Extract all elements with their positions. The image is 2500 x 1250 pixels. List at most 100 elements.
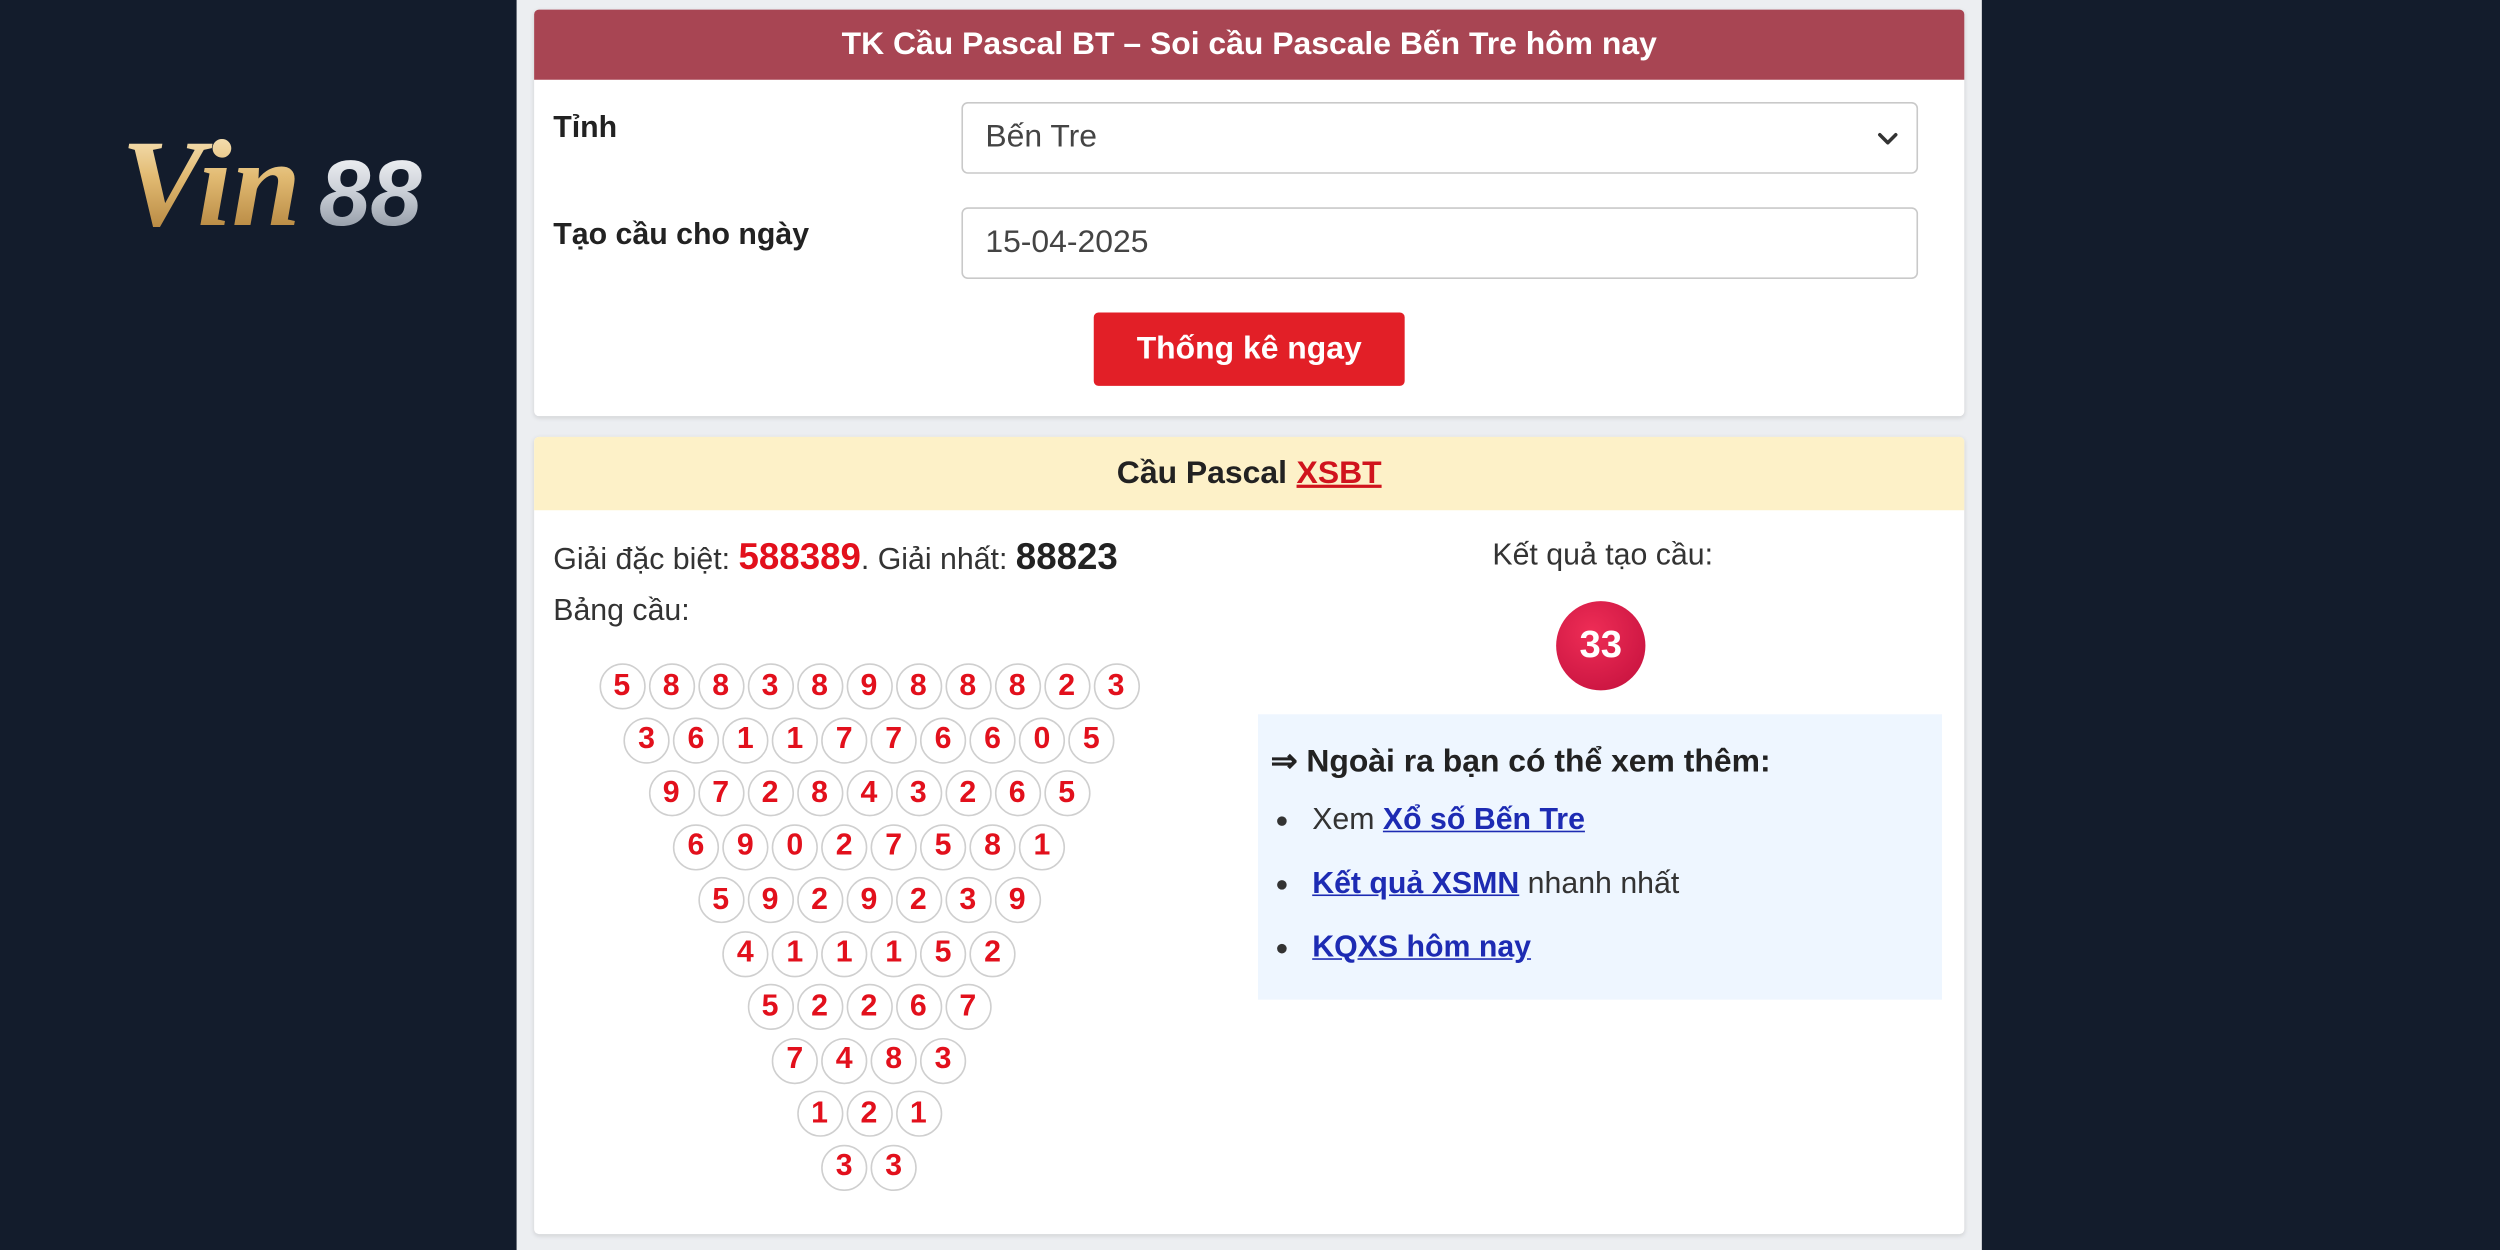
vin88-logo[interactable]: Vin 88 bbox=[121, 108, 488, 246]
pascal-digit: 2 bbox=[796, 983, 843, 1030]
submit-button[interactable]: Thống kê ngay bbox=[1093, 312, 1405, 386]
pascal-digit: 2 bbox=[1043, 663, 1090, 710]
logo-text-vin: Vin bbox=[121, 114, 301, 246]
pascal-digit: 2 bbox=[845, 983, 893, 1030]
list-item: Xem Xổ số Bến Tre bbox=[1277, 804, 1585, 839]
pascal-digit: 7 bbox=[771, 1037, 818, 1084]
pascal-digit: 4 bbox=[845, 770, 893, 817]
date-input-value: 15-04-2025 bbox=[985, 224, 1149, 260]
pascal-digit: 9 bbox=[722, 823, 769, 870]
pascal-digit: 9 bbox=[746, 876, 794, 924]
pascal-digit: 1 bbox=[722, 716, 769, 763]
pascal-digit: 1 bbox=[771, 716, 818, 763]
vin88-logo-graphic: Vin 88 bbox=[121, 114, 422, 246]
pascal-digit: 1 bbox=[895, 1090, 942, 1137]
pascal-digit: 7 bbox=[870, 716, 917, 763]
pascal-digit: 9 bbox=[648, 770, 695, 817]
pascal-row: 69027581 bbox=[672, 823, 1068, 870]
pascal-digit: 1 bbox=[821, 930, 868, 977]
pascal-table-label: Bảng cầu: bbox=[553, 594, 690, 629]
pascal-digit: 8 bbox=[969, 823, 1016, 870]
chevron-down-icon bbox=[1878, 132, 1898, 145]
list-item: KQXS hôm nay bbox=[1277, 931, 1531, 966]
pascal-digit: 4 bbox=[821, 1037, 868, 1084]
link-kqxs-hom-nay[interactable]: KQXS hôm nay bbox=[1312, 931, 1531, 966]
content-column: TK Cầu Pascal BT – Soi cầu Pascale Bến T… bbox=[516, 0, 1982, 1250]
pascal-digit: 2 bbox=[796, 876, 843, 924]
pascal-digit: 6 bbox=[672, 823, 720, 870]
result-header: Cầu Pascal XSBT bbox=[534, 436, 1965, 511]
bullet-icon bbox=[1277, 880, 1287, 890]
pascal-row: 7483 bbox=[771, 1037, 970, 1084]
pascal-digit: 8 bbox=[648, 663, 695, 710]
see-more-title: ⇒ Ngoài ra bạn có thể xem thêm: bbox=[1270, 744, 1771, 780]
special-prize-value: 588389 bbox=[738, 535, 861, 578]
pascal-digit: 3 bbox=[870, 1143, 917, 1191]
pascal-digit: 8 bbox=[994, 663, 1041, 710]
pascal-row: 411152 bbox=[722, 930, 1019, 977]
pascal-digit: 5 bbox=[697, 876, 744, 924]
list-item-prefix: Xem bbox=[1312, 803, 1375, 838]
pascal-digit: 2 bbox=[895, 876, 942, 924]
pascal-digit: 3 bbox=[944, 876, 991, 924]
special-prize-label: Giải đặc biệt: bbox=[553, 543, 731, 578]
pascal-digit: 3 bbox=[746, 663, 794, 710]
province-select[interactable]: Bến Tre bbox=[961, 102, 1919, 174]
pascal-digit: 1 bbox=[796, 1090, 843, 1137]
pascal-digit: 5 bbox=[598, 663, 645, 710]
pascal-digit: 6 bbox=[895, 983, 942, 1030]
pascal-row: 58838988823 bbox=[598, 663, 1143, 710]
pascal-digit: 5 bbox=[1043, 770, 1090, 817]
province-label: Tỉnh bbox=[553, 111, 618, 146]
pascal-digit: 6 bbox=[919, 716, 967, 763]
province-select-value: Bến Tre bbox=[985, 119, 1098, 155]
see-more-box: ⇒ Ngoài ra bạn có thể xem thêm: Xem Xổ s… bbox=[1257, 714, 1942, 1000]
pascal-digit: 8 bbox=[870, 1037, 917, 1084]
pascal-digit: 2 bbox=[969, 930, 1016, 977]
pascal-row: 5929239 bbox=[697, 876, 1044, 924]
pascal-digit: 3 bbox=[919, 1037, 967, 1084]
date-input[interactable]: 15-04-2025 bbox=[961, 207, 1919, 280]
pascal-digit: 1 bbox=[870, 930, 917, 977]
pascal-digit: 6 bbox=[994, 770, 1041, 817]
list-item: Kết quả XSMN nhanh nhất bbox=[1277, 867, 1679, 902]
pascal-digit: 3 bbox=[623, 716, 670, 763]
pascal-digit: 6 bbox=[672, 716, 720, 763]
first-prize-label: . Giải nhất: bbox=[860, 543, 1008, 578]
pascal-digit: 7 bbox=[944, 983, 991, 1030]
link-ket-qua-xsmn[interactable]: Kết quả XSMN bbox=[1312, 867, 1519, 902]
pascal-digit: 3 bbox=[821, 1143, 868, 1191]
pascal-row: 121 bbox=[796, 1090, 944, 1137]
pascal-digit: 1 bbox=[1018, 823, 1066, 870]
pascal-row: 33 bbox=[821, 1143, 920, 1191]
pascal-digit: 1 bbox=[771, 930, 818, 977]
bullet-icon bbox=[1277, 943, 1287, 954]
logo-text-88: 88 bbox=[319, 141, 422, 245]
xsbt-link[interactable]: XSBT bbox=[1297, 455, 1382, 492]
bullet-icon bbox=[1277, 816, 1287, 826]
outcome-ball: 33 bbox=[1556, 601, 1646, 691]
pascal-digit: 9 bbox=[994, 876, 1041, 924]
pascal-digit: 5 bbox=[1068, 716, 1115, 763]
form-title: TK Cầu Pascal BT – Soi cầu Pascale Bến T… bbox=[534, 9, 1965, 80]
pascal-digit: 4 bbox=[722, 930, 769, 977]
pascal-digit: 3 bbox=[895, 770, 942, 817]
pascal-digit: 2 bbox=[821, 823, 868, 870]
pascal-digit: 0 bbox=[771, 823, 818, 870]
pascal-row: 52267 bbox=[746, 983, 994, 1030]
result-header-text: Cầu Pascal bbox=[1116, 455, 1287, 491]
pascal-form-card: TK Cầu Pascal BT – Soi cầu Pascale Bến T… bbox=[534, 9, 1965, 417]
pascal-digit: 5 bbox=[919, 823, 967, 870]
first-prize-value: 88823 bbox=[1015, 535, 1118, 578]
pascal-row: 972843265 bbox=[648, 770, 1093, 817]
list-item-suffix: nhanh nhất bbox=[1527, 867, 1680, 901]
pascal-result-card: Cầu Pascal XSBT Giải đặc biệt: 588389. G… bbox=[534, 436, 1965, 1235]
link-xo-so-ben-tre[interactable]: Xổ số Bến Tre bbox=[1383, 804, 1585, 839]
pascal-digit: 3 bbox=[1092, 663, 1140, 710]
pascal-digit: 8 bbox=[895, 663, 942, 710]
pascal-digit: 8 bbox=[796, 770, 843, 817]
pascal-digit: 7 bbox=[697, 770, 744, 817]
outcome-label: Kết quả tạo cầu: bbox=[1492, 538, 1714, 573]
pascal-digit: 2 bbox=[944, 770, 991, 817]
pascal-digit: 5 bbox=[746, 983, 794, 1030]
